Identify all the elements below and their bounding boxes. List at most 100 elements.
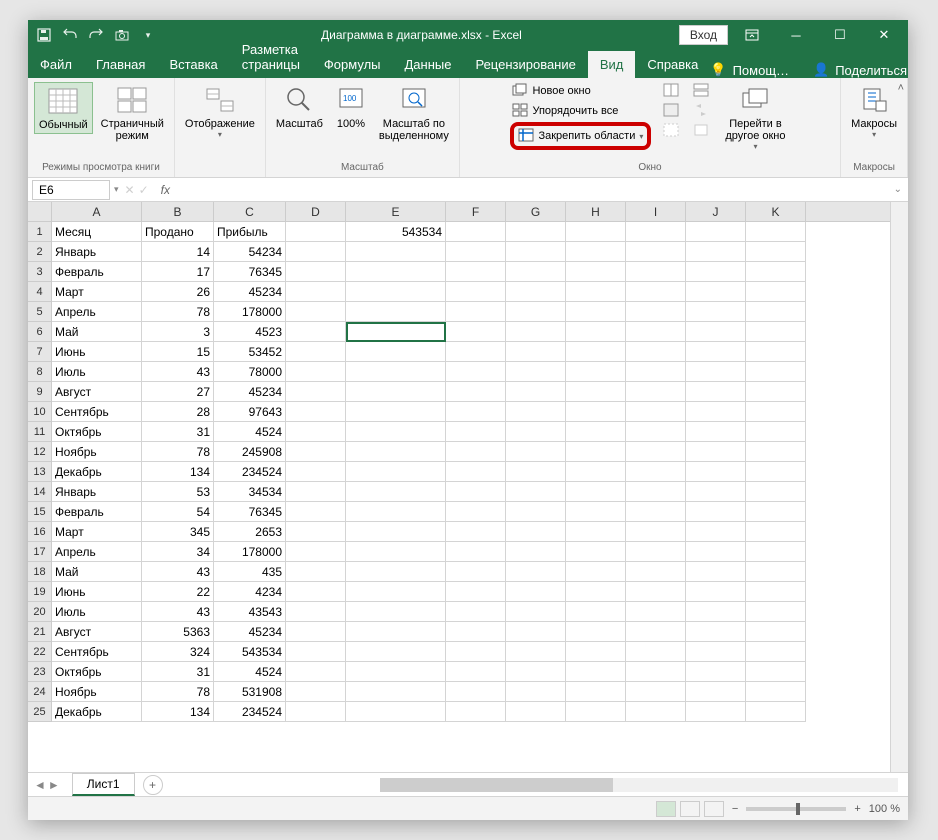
- menu-review[interactable]: Рецензирование: [463, 51, 587, 78]
- cell[interactable]: [626, 482, 686, 502]
- menu-formulas[interactable]: Формулы: [312, 51, 393, 78]
- cell[interactable]: [746, 242, 806, 262]
- unhide-button[interactable]: [661, 122, 681, 140]
- cell[interactable]: 97643: [214, 402, 286, 422]
- zoom-button[interactable]: Масштаб: [272, 82, 327, 132]
- cell[interactable]: 27: [142, 382, 214, 402]
- cell[interactable]: [506, 422, 566, 442]
- row-header[interactable]: 23: [28, 662, 51, 682]
- cell[interactable]: [286, 582, 346, 602]
- cell[interactable]: [686, 402, 746, 422]
- collapse-ribbon-icon[interactable]: ˄: [898, 82, 904, 94]
- cell[interactable]: Февраль: [52, 502, 142, 522]
- cell[interactable]: 78000: [214, 362, 286, 382]
- cell[interactable]: [346, 582, 446, 602]
- cell[interactable]: [626, 502, 686, 522]
- cell[interactable]: [286, 542, 346, 562]
- cell[interactable]: [286, 342, 346, 362]
- cell[interactable]: [686, 482, 746, 502]
- switch-window-button[interactable]: Перейти в другое окно ▾: [721, 82, 789, 153]
- cell[interactable]: [686, 362, 746, 382]
- cell[interactable]: [566, 622, 626, 642]
- cell[interactable]: [286, 382, 346, 402]
- namebox[interactable]: [32, 180, 110, 200]
- cell[interactable]: [446, 462, 506, 482]
- cell[interactable]: 43: [142, 562, 214, 582]
- row-header[interactable]: 10: [28, 402, 51, 422]
- cell[interactable]: [686, 302, 746, 322]
- row-header[interactable]: 7: [28, 342, 51, 362]
- row-header[interactable]: 22: [28, 642, 51, 662]
- cell[interactable]: [746, 422, 806, 442]
- menu-share[interactable]: Поделиться: [835, 63, 907, 78]
- menu-data[interactable]: Данные: [393, 51, 464, 78]
- cell[interactable]: 17: [142, 262, 214, 282]
- cell[interactable]: [686, 522, 746, 542]
- cell[interactable]: [346, 702, 446, 722]
- cell[interactable]: Октябрь: [52, 662, 142, 682]
- cell[interactable]: [746, 682, 806, 702]
- cell[interactable]: [286, 262, 346, 282]
- cell[interactable]: [506, 522, 566, 542]
- cell[interactable]: Август: [52, 382, 142, 402]
- cell[interactable]: [686, 442, 746, 462]
- maximize-button[interactable]: ☐: [820, 20, 860, 50]
- cell[interactable]: [286, 502, 346, 522]
- cell[interactable]: 234524: [214, 702, 286, 722]
- camera-icon[interactable]: [114, 27, 130, 43]
- cell[interactable]: [686, 622, 746, 642]
- cell[interactable]: [346, 662, 446, 682]
- cell[interactable]: [446, 562, 506, 582]
- cell[interactable]: Месяц: [52, 222, 142, 242]
- cell[interactable]: [746, 442, 806, 462]
- cell[interactable]: [446, 242, 506, 262]
- col-header[interactable]: A: [52, 202, 142, 221]
- cell[interactable]: [566, 282, 626, 302]
- cell[interactable]: [626, 562, 686, 582]
- menu-help[interactable]: Справка: [635, 51, 710, 78]
- cell[interactable]: [346, 602, 446, 622]
- cell[interactable]: 54: [142, 502, 214, 522]
- cell[interactable]: Прибыль: [214, 222, 286, 242]
- cell[interactable]: 31: [142, 662, 214, 682]
- cell[interactable]: [746, 662, 806, 682]
- row-header[interactable]: 16: [28, 522, 51, 542]
- cell[interactable]: [346, 382, 446, 402]
- cell[interactable]: [746, 362, 806, 382]
- status-page-layout-icon[interactable]: [680, 801, 700, 817]
- cell[interactable]: 45234: [214, 382, 286, 402]
- row-header[interactable]: 4: [28, 282, 51, 302]
- cell[interactable]: [746, 462, 806, 482]
- row-header[interactable]: 13: [28, 462, 51, 482]
- split-button[interactable]: [661, 82, 681, 100]
- cell[interactable]: [286, 242, 346, 262]
- cell[interactable]: [746, 282, 806, 302]
- row-header[interactable]: 5: [28, 302, 51, 322]
- col-header[interactable]: F: [446, 202, 506, 221]
- cell[interactable]: [686, 282, 746, 302]
- minimize-button[interactable]: ─: [776, 20, 816, 50]
- cell[interactable]: 178000: [214, 542, 286, 562]
- display-button[interactable]: Отображение ▾: [181, 82, 259, 141]
- sync-scroll-button[interactable]: [691, 102, 711, 120]
- cell[interactable]: 34: [142, 542, 214, 562]
- cell[interactable]: [626, 702, 686, 722]
- side-by-side-button[interactable]: [691, 82, 711, 100]
- cell[interactable]: [566, 582, 626, 602]
- cell[interactable]: [506, 242, 566, 262]
- row-header[interactable]: 24: [28, 682, 51, 702]
- cell[interactable]: [686, 502, 746, 522]
- close-button[interactable]: ✕: [864, 20, 904, 50]
- cell[interactable]: [566, 462, 626, 482]
- redo-icon[interactable]: [88, 27, 104, 43]
- cell[interactable]: [346, 522, 446, 542]
- row-header[interactable]: 17: [28, 542, 51, 562]
- cell[interactable]: [506, 302, 566, 322]
- cell[interactable]: Ноябрь: [52, 682, 142, 702]
- tab-nav-prev-icon[interactable]: ◄: [34, 778, 46, 792]
- col-header[interactable]: D: [286, 202, 346, 221]
- cell[interactable]: [626, 662, 686, 682]
- cell[interactable]: [686, 702, 746, 722]
- cell[interactable]: 543534: [346, 222, 446, 242]
- cell[interactable]: [746, 222, 806, 242]
